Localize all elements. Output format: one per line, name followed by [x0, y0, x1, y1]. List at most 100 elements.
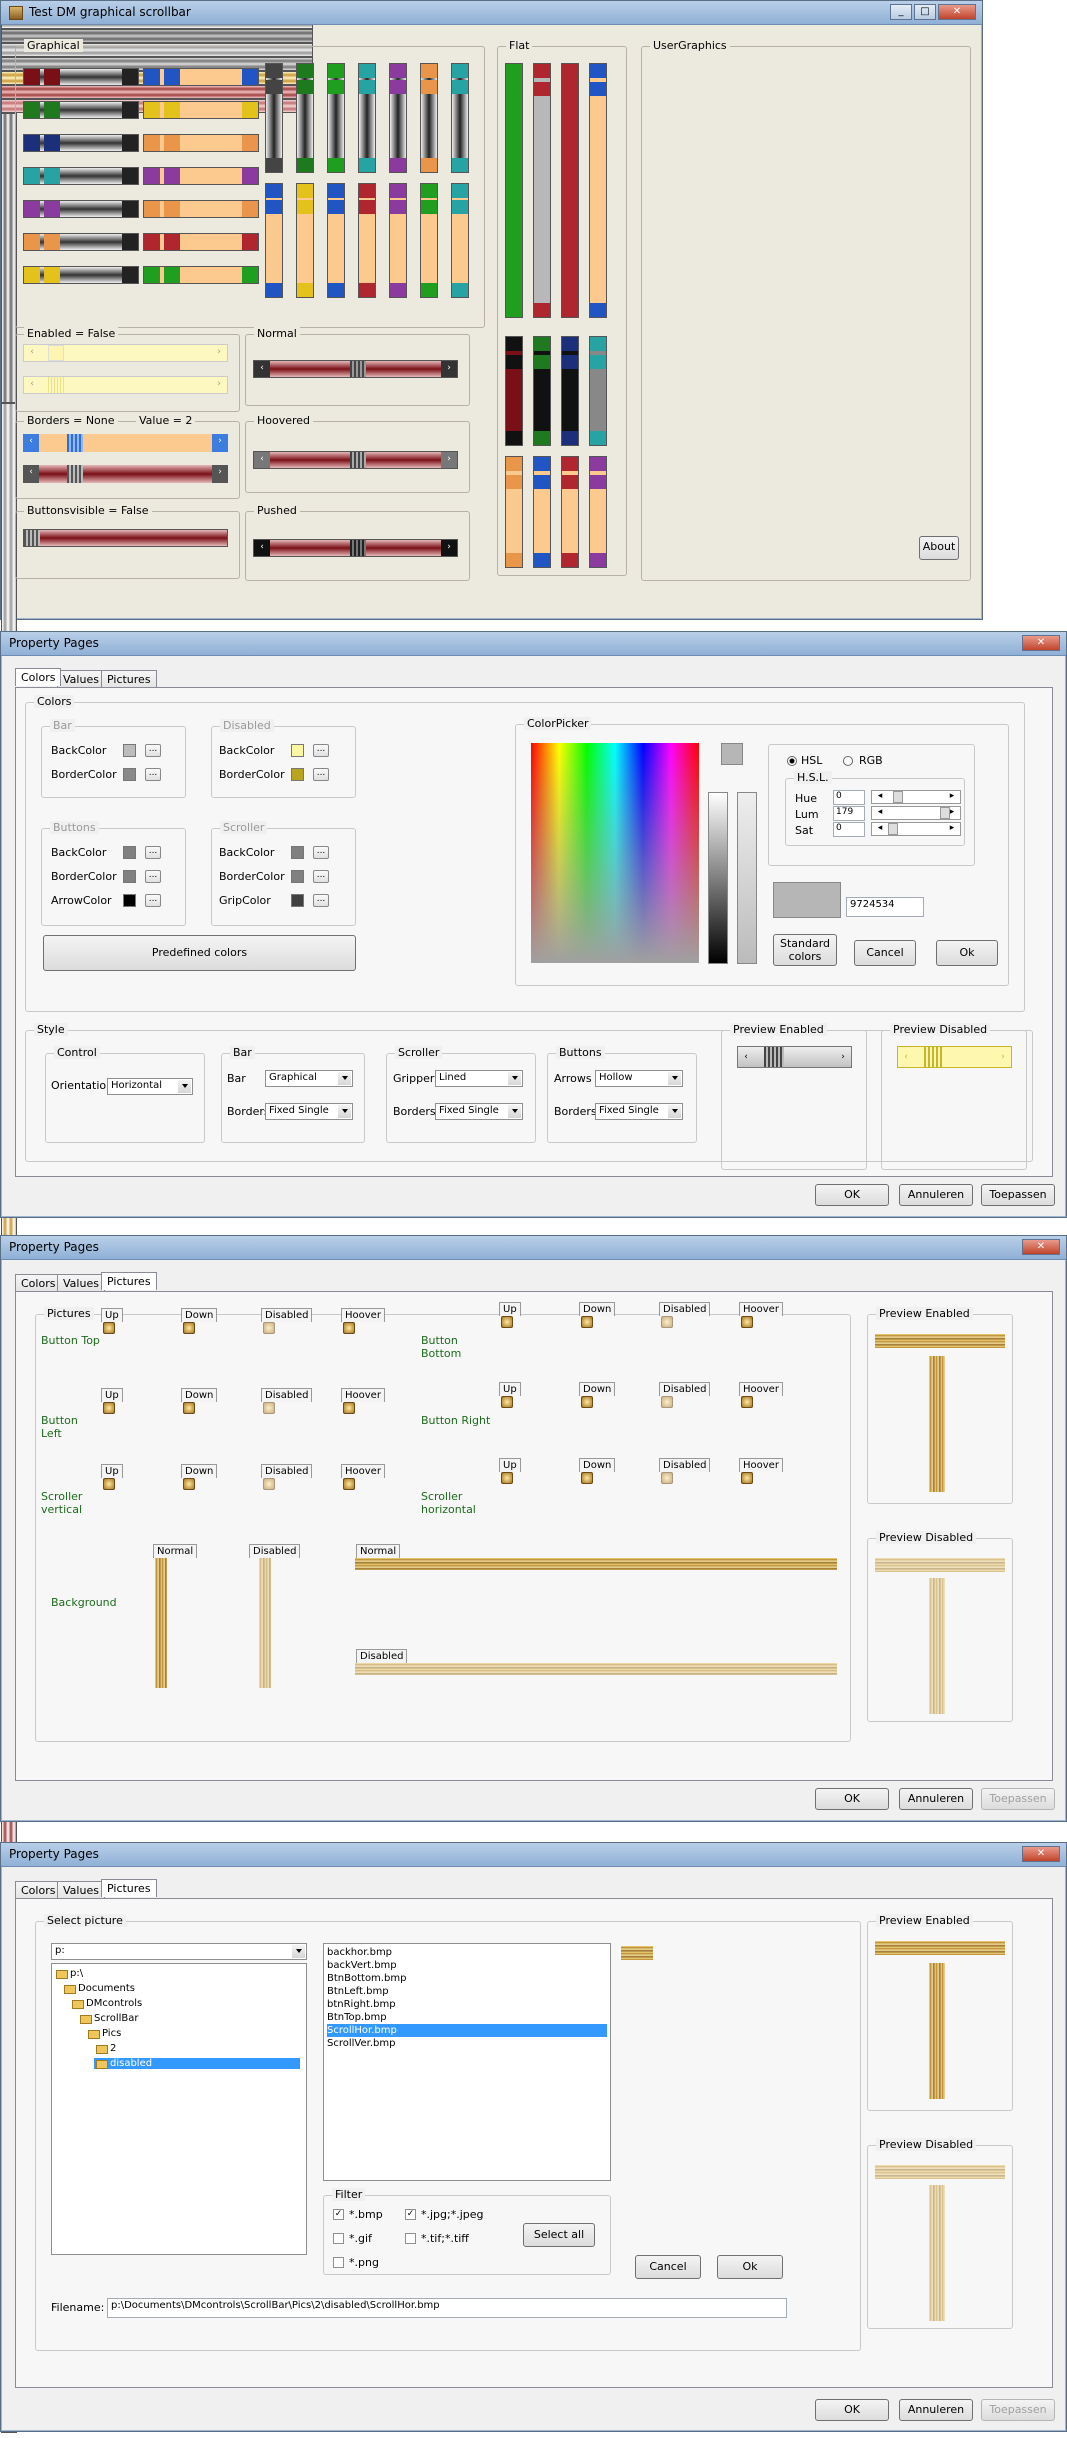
- scroll-up-arrow[interactable]: [390, 64, 406, 78]
- disabled-bordercolor-pick-button[interactable]: ...: [313, 768, 329, 781]
- scroller-thumb[interactable]: [562, 82, 578, 96]
- scroller-thumb[interactable]: [164, 168, 180, 184]
- pp3-cancel-button[interactable]: Annuleren: [899, 2399, 973, 2421]
- scroll-left-arrow[interactable]: [144, 267, 160, 283]
- scroll-down-arrow[interactable]: [506, 553, 522, 567]
- graphical-hbar-light[interactable]: [143, 266, 259, 284]
- bar-style-select[interactable]: Graphical: [265, 1070, 353, 1087]
- scroll-up-arrow[interactable]: [359, 184, 375, 198]
- picker-ok-button[interactable]: Ok: [936, 940, 998, 966]
- pp2-cancel-button[interactable]: Annuleren: [899, 1788, 973, 1810]
- borderless-scrollbar-2[interactable]: ‹ ›: [23, 465, 228, 483]
- scroll-down-arrow[interactable]: [359, 158, 375, 172]
- scroll-left-arrow[interactable]: [24, 102, 40, 118]
- tab-pictures[interactable]: Pictures: [101, 670, 157, 688]
- bg-vertical-normal-image[interactable]: [155, 1558, 167, 1688]
- buttonless-scrollbar[interactable]: [23, 529, 228, 547]
- scroll-left-arrow[interactable]: [24, 201, 40, 217]
- scroller-borders-select[interactable]: Fixed Single: [435, 1103, 523, 1120]
- pp1-cancel-button[interactable]: Annuleren: [899, 1184, 973, 1206]
- folder-tree-item[interactable]: 2: [94, 2043, 116, 2054]
- scroller-thumb[interactable]: [562, 475, 578, 489]
- buttons-bordercolor-pick-button[interactable]: ...: [145, 870, 161, 883]
- flat-vbar-long[interactable]: [505, 63, 523, 318]
- hsl-radio[interactable]: [787, 756, 797, 766]
- file-list-item[interactable]: BtnBottom.bmp: [327, 1972, 607, 1985]
- select-cancel-button[interactable]: Cancel: [635, 2255, 701, 2279]
- graphical-hbar-light[interactable]: [143, 101, 259, 119]
- scroll-down-arrow[interactable]: [452, 158, 468, 172]
- scroller-thumb[interactable]: [44, 234, 60, 250]
- scroll-up-arrow[interactable]: [506, 64, 522, 78]
- graphical-vbar-dark[interactable]: [451, 63, 469, 173]
- pp2-ok-button[interactable]: OK: [815, 1788, 889, 1810]
- scroll-down-arrow[interactable]: [506, 431, 522, 445]
- tab-colors[interactable]: Colors: [15, 668, 62, 686]
- color-spectrum[interactable]: [531, 743, 699, 963]
- graphical-vbar-dark[interactable]: [420, 63, 438, 173]
- scroller-thumb[interactable]: [590, 355, 606, 369]
- scroller-thumb[interactable]: [266, 200, 282, 214]
- pp1-ok-button[interactable]: OK: [815, 1184, 889, 1206]
- folder-tree-item[interactable]: DMcontrols: [70, 1998, 142, 2009]
- scroll-up-arrow[interactable]: [297, 184, 313, 198]
- scroller-thumb[interactable]: [44, 69, 60, 85]
- file-list-item[interactable]: backhor.bmp: [327, 1946, 607, 1959]
- bg-horizontal-normal-image[interactable]: [355, 1558, 837, 1570]
- hoovered-scrollbar[interactable]: ‹ ›: [253, 451, 458, 469]
- scroll-down-arrow[interactable]: [421, 283, 437, 297]
- scroll-up-arrow[interactable]: [534, 457, 550, 471]
- picture-thumbnail[interactable]: [103, 1478, 115, 1490]
- file-list-item[interactable]: backVert.bmp: [327, 1959, 607, 1972]
- picture-thumbnail[interactable]: [263, 1322, 275, 1334]
- graphical-vbar-light[interactable]: [296, 183, 314, 298]
- scroll-up-arrow[interactable]: [359, 64, 375, 78]
- scroller-thumb[interactable]: [164, 201, 180, 217]
- folder-tree-item[interactable]: disabled: [94, 2058, 300, 2069]
- graphical-vbar-light[interactable]: [420, 183, 438, 298]
- graphical-hbar-light[interactable]: [143, 134, 259, 152]
- scroller-thumb[interactable]: [506, 355, 522, 369]
- picture-thumbnail[interactable]: [183, 1322, 195, 1334]
- scroll-up-arrow[interactable]: [590, 457, 606, 471]
- folder-tree[interactable]: p:\ Documents DMcontrols ScrollBar Pics 2 disa…: [51, 1963, 307, 2255]
- graphical-hbar-dark[interactable]: [23, 233, 139, 251]
- flat-vbar-short[interactable]: [533, 336, 551, 446]
- scroll-up-arrow[interactable]: [452, 64, 468, 78]
- scroll-up-arrow[interactable]: [297, 64, 313, 78]
- pics-preview-enabled-vbar[interactable]: [929, 1356, 945, 1492]
- scroll-up-arrow[interactable]: [421, 184, 437, 198]
- tab-pictures[interactable]: Pictures: [101, 1879, 157, 1897]
- pics-preview-enabled-hbar[interactable]: [875, 1334, 1005, 1348]
- scroll-down-arrow[interactable]: [359, 283, 375, 297]
- scroller-thumb[interactable]: [562, 355, 578, 369]
- scroll-up-arrow[interactable]: [421, 64, 437, 78]
- scroller-thumb[interactable]: [590, 475, 606, 489]
- scroller-thumb[interactable]: [44, 102, 60, 118]
- maximize-button[interactable]: □: [914, 4, 936, 20]
- flat-vbar-long[interactable]: [589, 63, 607, 318]
- scroller-thumb[interactable]: [506, 82, 522, 96]
- sat-input[interactable]: 0: [833, 822, 865, 837]
- graphical-vbar-dark[interactable]: [296, 63, 314, 173]
- picture-thumbnail[interactable]: [343, 1402, 355, 1414]
- scroll-down-arrow[interactable]: [590, 303, 606, 317]
- picture-thumbnail[interactable]: [741, 1396, 753, 1408]
- scroll-up-arrow[interactable]: [506, 337, 522, 351]
- scroller-thumb[interactable]: [534, 475, 550, 489]
- tab-pictures[interactable]: Pictures: [101, 1272, 157, 1290]
- scroller-thumb[interactable]: [534, 82, 550, 96]
- preview-enabled-scrollbar[interactable]: ‹ ›: [737, 1046, 852, 1068]
- graphical-hbar-light[interactable]: [143, 233, 259, 251]
- scroller-thumb[interactable]: [297, 200, 313, 214]
- scroll-right-arrow[interactable]: [122, 135, 138, 151]
- graphical-hbar-dark[interactable]: [23, 266, 139, 284]
- picture-thumbnail[interactable]: [501, 1316, 513, 1328]
- scroller-thumb[interactable]: [44, 135, 60, 151]
- graphical-hbar-dark[interactable]: [23, 134, 139, 152]
- picture-thumbnail[interactable]: [501, 1472, 513, 1484]
- normal-scrollbar[interactable]: ‹ ›: [253, 360, 458, 378]
- scroll-right-arrow[interactable]: [242, 201, 258, 217]
- scroll-left-arrow[interactable]: [24, 69, 40, 85]
- lum-input[interactable]: 179: [833, 806, 865, 821]
